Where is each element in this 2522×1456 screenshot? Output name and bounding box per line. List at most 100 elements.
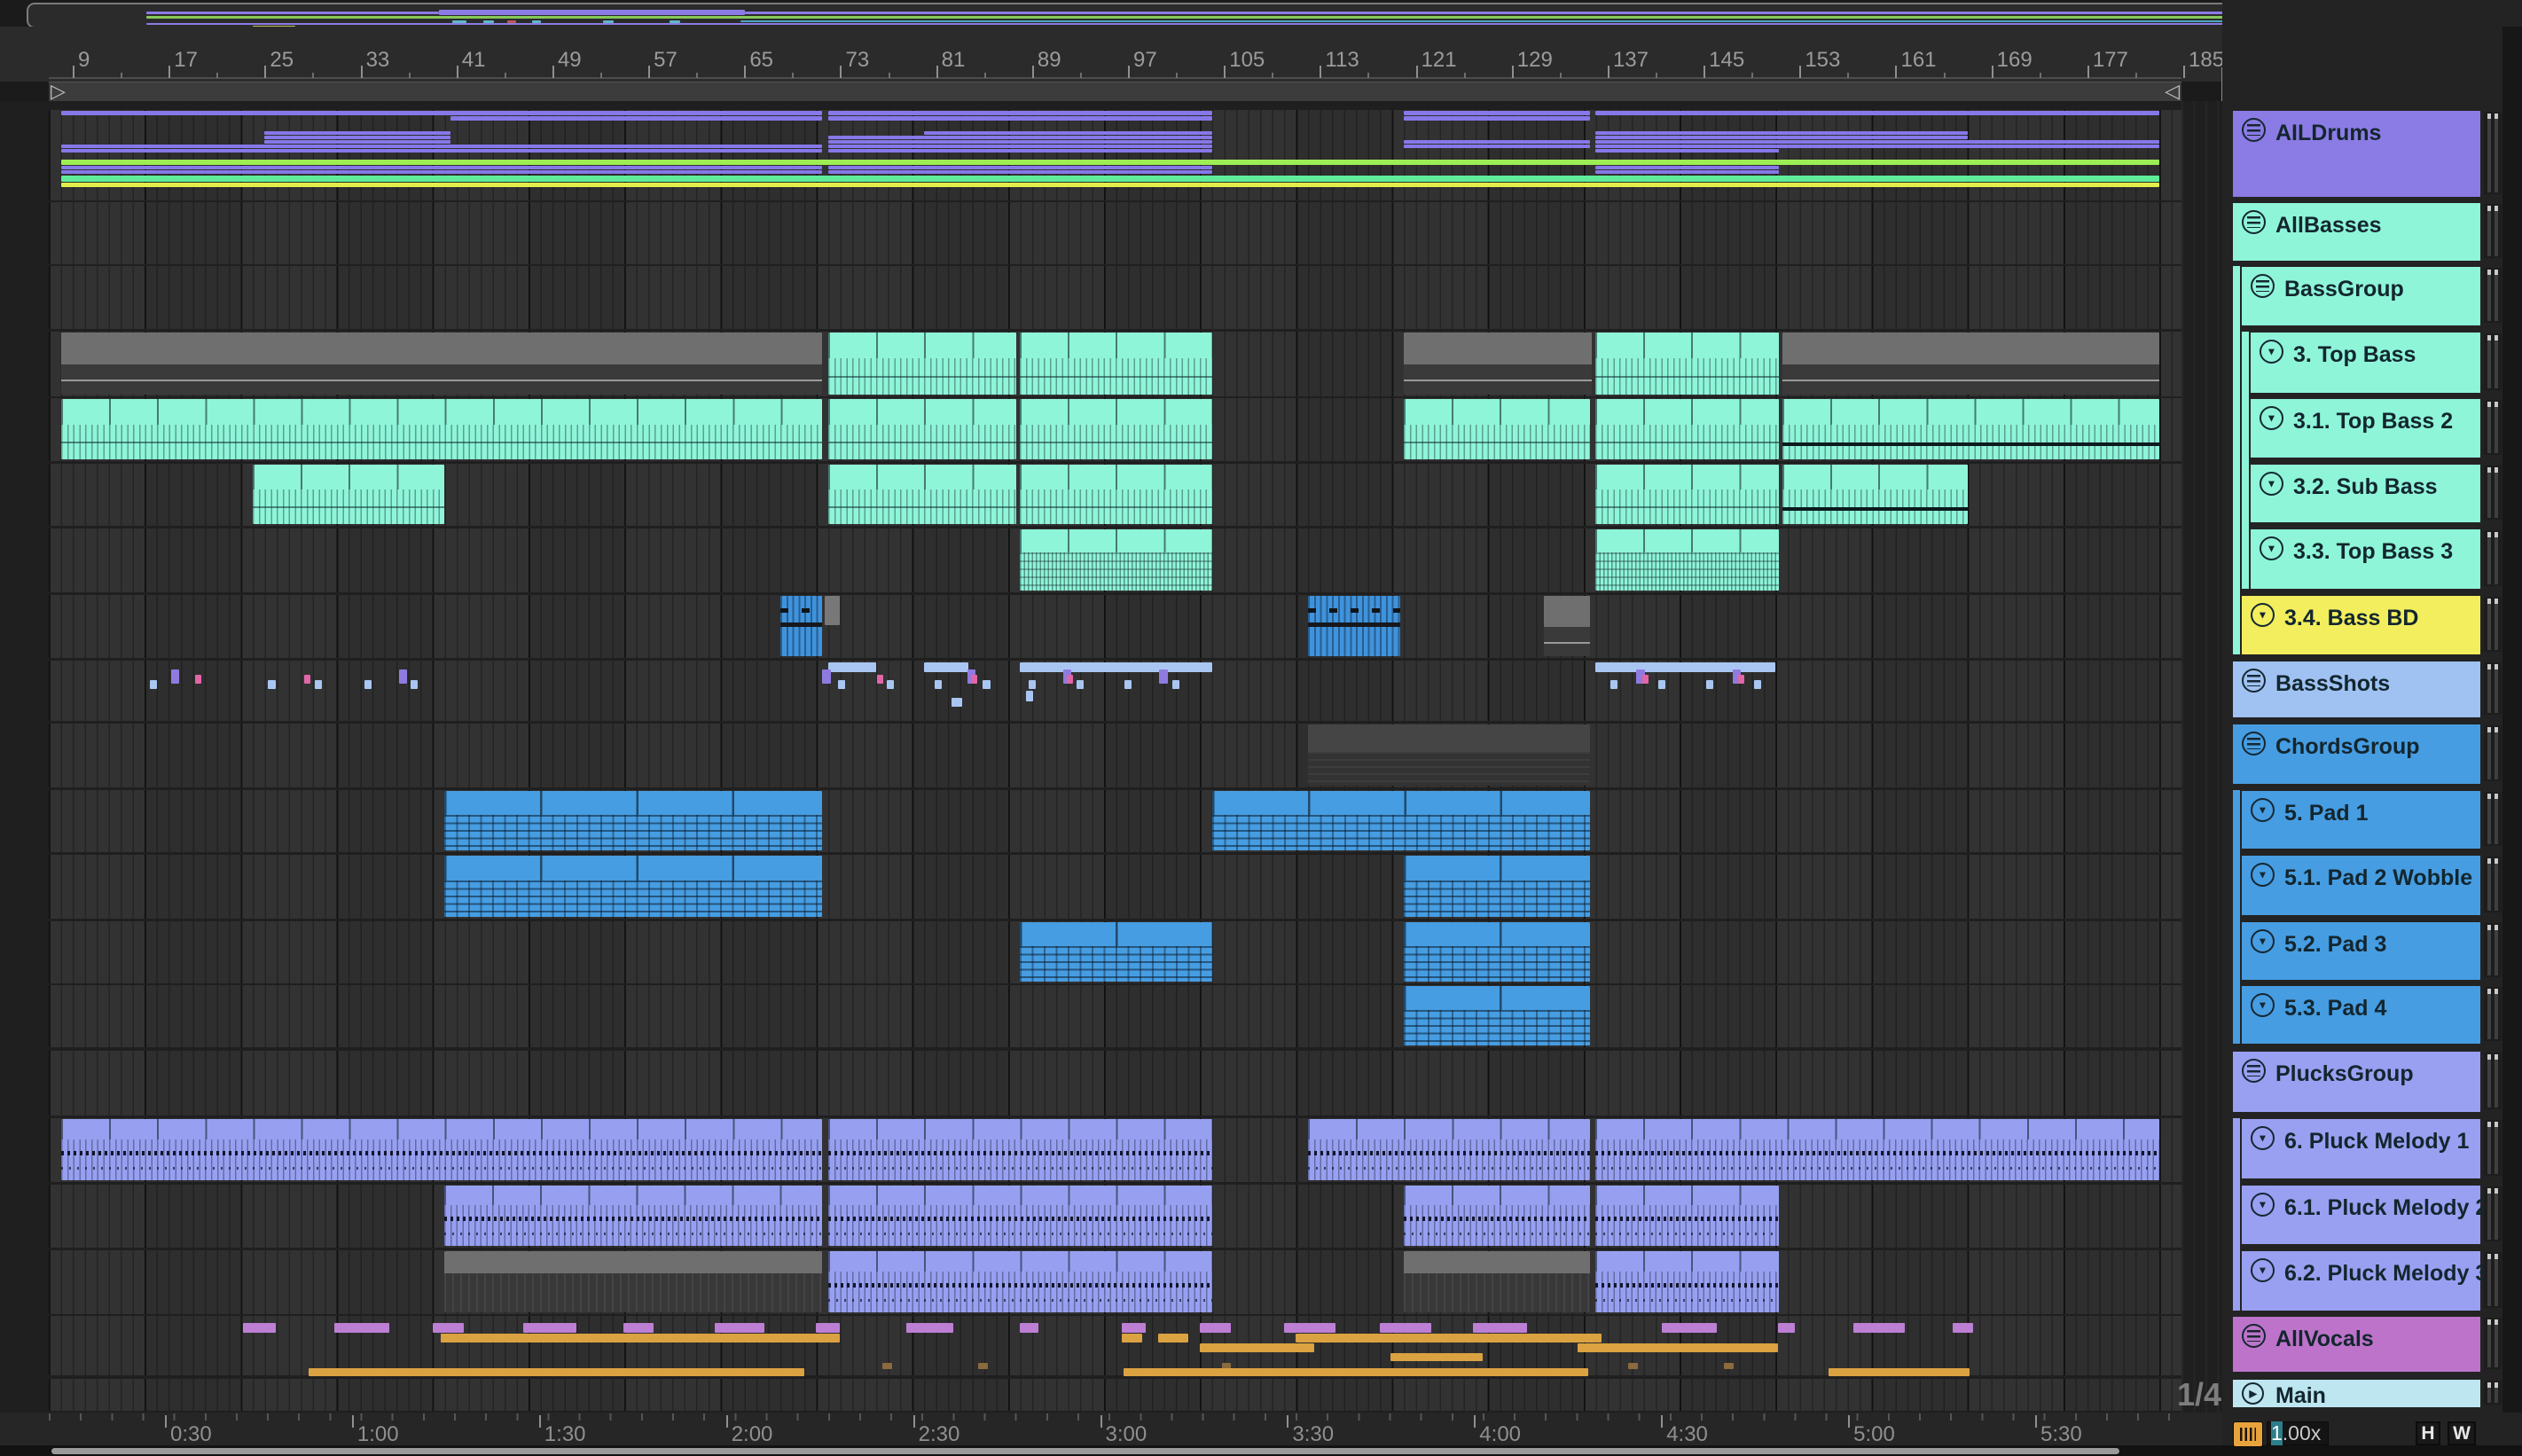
track-header-3-1-top-bass-2[interactable]: 3.1. Top Bass 2 [2251,399,2480,458]
bassshot-note[interactable] [1159,669,1168,684]
clip[interactable] [1782,465,1968,524]
arrangement-row[interactable] [49,1316,2181,1376]
clip[interactable] [1404,1251,1590,1312]
clip[interactable] [60,333,823,395]
clip[interactable] [827,1251,1212,1312]
fold-icon[interactable] [2251,1193,2275,1217]
arrangement-row[interactable] [49,855,2181,919]
bassshot-note[interactable] [364,680,372,689]
playback-speed-field[interactable]: 1.00x [2267,1421,2329,1445]
clip[interactable] [1020,399,1212,459]
arrangement-row[interactable] [49,595,2181,658]
clip[interactable] [1595,399,1780,459]
fold-icon[interactable] [2260,340,2283,364]
bassshot-note[interactable] [1642,675,1649,684]
width-zoom-button[interactable]: W [2448,1421,2476,1445]
track-header-3-3-top-bass-3[interactable]: 3.3. Top Bass 3 [2251,529,2480,589]
arrangement-row[interactable] [49,790,2181,852]
bassshot-note[interactable] [1753,680,1762,689]
clip[interactable] [1404,333,1593,395]
arrangement-row[interactable] [49,985,2181,1047]
right-scroll-column[interactable] [2502,27,2522,1445]
bassshot-note[interactable] [1610,680,1617,689]
arrangement-row[interactable] [49,464,2181,526]
track-header-6-2-pluck-melody-3[interactable]: 6.2. Pluck Melody 3 [2242,1251,2487,1311]
arrangement-overview[interactable] [27,3,2495,29]
clip[interactable] [827,1119,1212,1180]
clip[interactable] [444,1186,823,1246]
clip[interactable] [1307,724,1590,786]
clip[interactable] [1595,1186,1780,1246]
arrangement-row[interactable] [49,921,2181,983]
group-menu-icon[interactable] [2242,669,2266,693]
fold-icon[interactable] [2251,1258,2275,1282]
bassshot-strip[interactable] [1020,662,1212,672]
clip[interactable] [1020,333,1212,395]
clip[interactable] [1595,529,1780,591]
clip[interactable] [1020,465,1212,524]
height-zoom-button[interactable]: H [2416,1421,2440,1445]
clip[interactable] [827,465,1017,524]
group-menu-icon[interactable] [2242,118,2266,142]
fold-icon[interactable] [2251,929,2275,953]
bassshot-note[interactable] [398,669,408,684]
fold-icon[interactable] [2251,993,2275,1017]
bassshot-note[interactable] [304,675,310,684]
time-ruler-ticks[interactable] [49,1413,2181,1421]
track-header-6-1-pluck-melody-2[interactable]: 6.1. Pluck Melody 2 [2242,1186,2487,1244]
scrub-area[interactable]: ▷ ◁ [49,80,2181,103]
clip[interactable] [1595,465,1780,524]
clip[interactable] [1782,399,2159,459]
track-header-aildrums[interactable]: AILDrums [2233,111,2480,197]
clip[interactable] [827,399,1017,459]
clip[interactable] [1404,986,1590,1045]
track-header-6-pluck-melody-1[interactable]: 6. Pluck Melody 1 [2242,1119,2480,1178]
arrangement-row[interactable] [49,110,2181,200]
arrangement-row[interactable] [49,1250,2181,1314]
clip[interactable] [824,596,841,625]
clip[interactable] [827,1186,1212,1246]
bar-ruler[interactable]: 9 17 25 33 41 49 57 65 73 81 89 97 105 113 121 129 137 14… [0,27,2224,82]
clip[interactable] [1404,856,1590,917]
group-menu-icon[interactable] [2242,1059,2266,1083]
audition-button[interactable] [2233,1421,2263,1447]
bassshot-note[interactable] [837,680,845,689]
fold-icon[interactable] [2260,406,2283,430]
fold-icon[interactable] [2251,603,2275,627]
bassshot-note[interactable] [1026,691,1034,701]
group-menu-icon[interactable] [2251,274,2275,298]
fold-icon[interactable] [2260,472,2283,496]
arrangement-row[interactable] [49,266,2181,329]
clip[interactable] [1020,922,1212,982]
bassshot-note[interactable] [952,698,963,707]
bassshot-note[interactable] [1705,680,1713,689]
group-menu-icon[interactable] [2242,732,2266,755]
arrangement-row[interactable] [49,528,2181,592]
bassshot-note[interactable] [877,675,884,684]
group-menu-icon[interactable] [2242,210,2266,234]
bassshot-note[interactable] [970,675,977,684]
bassshot-note[interactable] [194,675,201,684]
fold-icon[interactable] [2251,863,2275,887]
arrangement-row[interactable] [49,1185,2181,1248]
clip[interactable] [1211,791,1590,850]
bassshot-strip[interactable] [827,662,877,672]
bassshot-note[interactable] [1738,675,1745,684]
clip[interactable] [1307,1119,1590,1180]
track-header-chordsgroup[interactable]: ChordsGroup [2233,724,2480,784]
loop-end-marker[interactable]: ◁ [2165,80,2180,103]
clip[interactable] [1544,596,1590,656]
bassshot-note[interactable] [1124,680,1132,689]
track-header-5-pad-1[interactable]: 5. Pad 1 [2242,791,2480,849]
track-header-allvocals[interactable]: AllVocals [2233,1317,2480,1372]
group-menu-icon[interactable] [2242,1324,2266,1348]
arrangement-row[interactable] [49,1051,2181,1115]
bassshot-note[interactable] [149,680,157,689]
bassshot-note[interactable] [935,680,943,689]
bassshot-note[interactable] [411,680,419,689]
fold-icon[interactable] [2260,536,2283,560]
clip[interactable] [779,596,823,656]
bassshot-note[interactable] [1028,680,1036,689]
clip[interactable] [1307,596,1400,656]
bassshot-note[interactable] [1172,680,1180,689]
